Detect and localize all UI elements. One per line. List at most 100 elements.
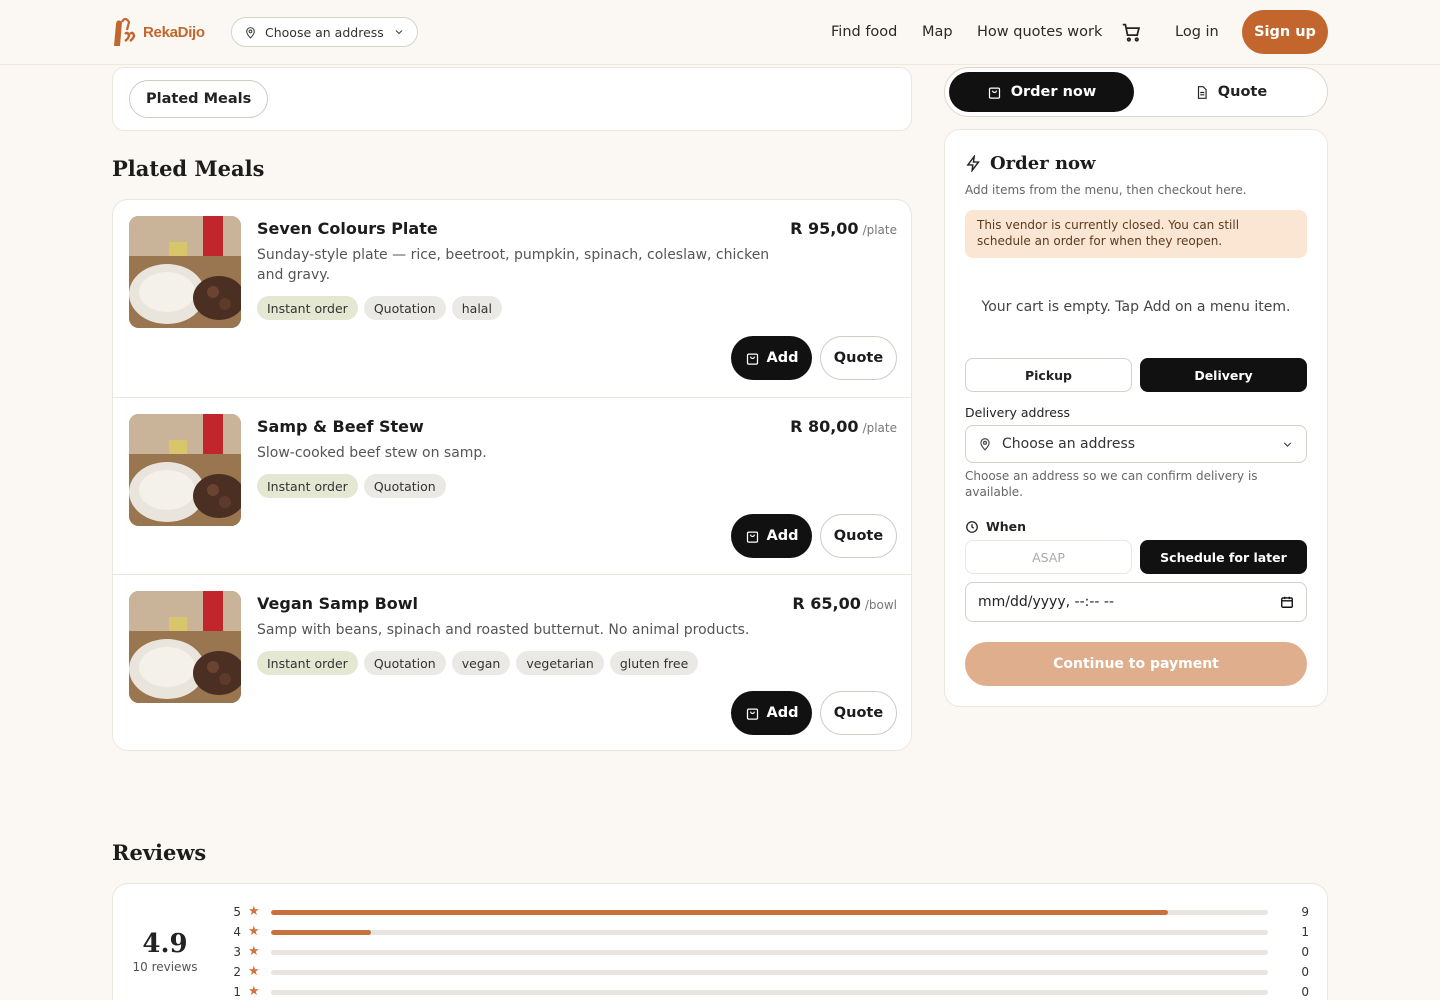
- menu-list: Seven Colours Plate R 95,00 /plate Sunda…: [112, 199, 912, 751]
- add-button-label: Add: [766, 528, 799, 544]
- schedule-datetime-input[interactable]: mm/dd/yyyy, --:-- --: [965, 582, 1307, 622]
- nav-map[interactable]: Map: [922, 0, 953, 64]
- menu-item-tags: Instant order Quotation halal: [257, 296, 502, 320]
- signup-button[interactable]: Sign up: [1242, 10, 1328, 54]
- brand-name: RekaDijo: [143, 23, 205, 41]
- menu-item: Vegan Samp Bowl R 65,00 /bowl Samp with …: [113, 574, 911, 750]
- when-label-text: When: [986, 519, 1027, 534]
- menu-item-description: Samp with beans, spinach and roasted but…: [257, 622, 750, 638]
- star-icon: ★: [248, 904, 260, 919]
- mode-order-now-label: Order now: [1010, 84, 1097, 100]
- asap-option[interactable]: ASAP: [965, 540, 1132, 574]
- menu-item-photo: [129, 591, 241, 703]
- cart-button[interactable]: [1121, 0, 1142, 64]
- price-value: R 80,00: [790, 417, 859, 436]
- rating-stars: 1: [233, 985, 241, 999]
- header-address-picker[interactable]: Choose an address: [231, 17, 418, 47]
- reviews-summary: 4.9 10 reviews 5 ★ 9 4 ★ 1 3 ★ 0 2 ★ 0 1…: [112, 883, 1328, 1000]
- document-icon: [1197, 85, 1207, 99]
- bolt-icon: [966, 155, 980, 172]
- mode-order-now[interactable]: Order now: [949, 72, 1134, 112]
- brand-logo[interactable]: RekaDijo: [111, 16, 205, 48]
- review-count: 10 reviews: [132, 960, 198, 974]
- quote-button[interactable]: Quote: [820, 336, 897, 380]
- rating-count: 0: [1301, 965, 1309, 979]
- star-icon: ★: [248, 924, 260, 939]
- bag-icon: [746, 531, 758, 543]
- star-icon: ★: [248, 944, 260, 959]
- category-chip-plated-meals[interactable]: Plated Meals: [129, 80, 269, 118]
- add-button[interactable]: Add: [731, 514, 812, 558]
- empty-cart-message: Your cart is empty. Tap Add on a menu it…: [981, 299, 1291, 315]
- menu-item-name: Samp & Beef Stew: [257, 417, 424, 436]
- star-icon: ★: [248, 984, 260, 999]
- bag-icon: [746, 353, 758, 365]
- rating-row: 3 ★ 0: [231, 944, 1309, 960]
- rating-row: 5 ★ 9: [231, 904, 1309, 920]
- rating-bar: [271, 990, 1268, 995]
- mode-quote[interactable]: Quote: [1137, 72, 1325, 112]
- order-panel-title: Order now: [965, 153, 1096, 174]
- menu-item: Samp & Beef Stew R 80,00 /plate Slow-coo…: [113, 397, 911, 574]
- order-panel: Order now Add items from the menu, then …: [944, 129, 1328, 707]
- mode-quote-label: Quote: [1217, 84, 1268, 100]
- tag-instant-order: Instant order: [257, 474, 358, 498]
- tag-instant-order: Instant order: [257, 296, 358, 320]
- quote-button[interactable]: Quote: [820, 691, 897, 735]
- menu-item-price: R 95,00 /plate: [790, 219, 897, 238]
- menu-item: Seven Colours Plate R 95,00 /plate Sunda…: [113, 200, 911, 380]
- tag-quotation: Quotation: [363, 474, 446, 498]
- delivery-address-label: Delivery address: [965, 405, 1070, 420]
- menu-item-tags: Instant order Quotation: [257, 474, 446, 498]
- continue-to-payment-button[interactable]: Continue to payment: [965, 642, 1307, 686]
- price-value: R 65,00: [792, 594, 861, 613]
- price-value: R 95,00: [790, 219, 859, 238]
- add-button[interactable]: Add: [731, 336, 812, 380]
- average-rating: 4.9: [142, 929, 188, 959]
- tag-instant-order: Instant order: [257, 651, 358, 675]
- chevron-down-icon: [395, 30, 403, 35]
- menu-item-description: Sunday-style plate — rice, beetroot, pum…: [257, 247, 770, 283]
- order-panel-title-text: Order now: [990, 153, 1096, 174]
- add-button-label: Add: [766, 350, 799, 366]
- delivery-option[interactable]: Delivery: [1140, 358, 1307, 392]
- nav-how-quotes-work[interactable]: How quotes work: [977, 0, 1102, 64]
- clock-icon: [966, 520, 978, 533]
- logo-icon: [114, 17, 136, 46]
- delivery-address-hint: Choose an address so we can confirm deli…: [965, 469, 1258, 499]
- rating-count: 0: [1301, 985, 1309, 999]
- rating-count: 9: [1301, 905, 1309, 919]
- rating-stars: 5: [233, 905, 241, 919]
- schedule-later-option[interactable]: Schedule for later: [1140, 540, 1307, 574]
- pickup-option[interactable]: Pickup: [965, 358, 1132, 392]
- tag-vegetarian: vegetarian: [516, 651, 604, 675]
- rating-row: 1 ★ 0: [231, 984, 1309, 1000]
- rating-row: 2 ★ 0: [231, 964, 1309, 980]
- menu-item-photo: [129, 216, 241, 328]
- menu-item-photo: [129, 414, 241, 526]
- category-bar: Plated Meals: [112, 67, 912, 131]
- rating-stars: 3: [233, 945, 241, 959]
- bag-icon: [746, 708, 758, 720]
- rating-bar: [271, 970, 1268, 975]
- menu-item-description: Slow-cooked beef stew on samp.: [257, 445, 487, 461]
- delivery-address-select[interactable]: Choose an address: [965, 425, 1307, 463]
- bag-icon: [988, 87, 1000, 99]
- calendar-icon[interactable]: [1280, 595, 1294, 609]
- tag-quotation: Quotation: [363, 651, 446, 675]
- map-pin-icon: [246, 26, 255, 39]
- menu-item-price: R 80,00 /plate: [790, 417, 897, 436]
- order-panel-subtitle: Add items from the menu, then checkout h…: [965, 183, 1247, 197]
- rating-count: 1: [1301, 925, 1309, 939]
- order-mode-toggle: Order now Quote: [944, 67, 1328, 117]
- price-unit: /bowl: [864, 598, 897, 612]
- star-icon: ★: [248, 964, 260, 979]
- nav-find-food[interactable]: Find food: [831, 0, 897, 64]
- cart-icon: [1122, 23, 1141, 42]
- login-link[interactable]: Log in: [1175, 0, 1219, 64]
- add-button[interactable]: Add: [731, 691, 812, 735]
- tag-quotation: Quotation: [363, 296, 446, 320]
- rating-bar: [271, 950, 1268, 955]
- map-pin-icon: [980, 438, 990, 451]
- quote-button[interactable]: Quote: [820, 514, 897, 558]
